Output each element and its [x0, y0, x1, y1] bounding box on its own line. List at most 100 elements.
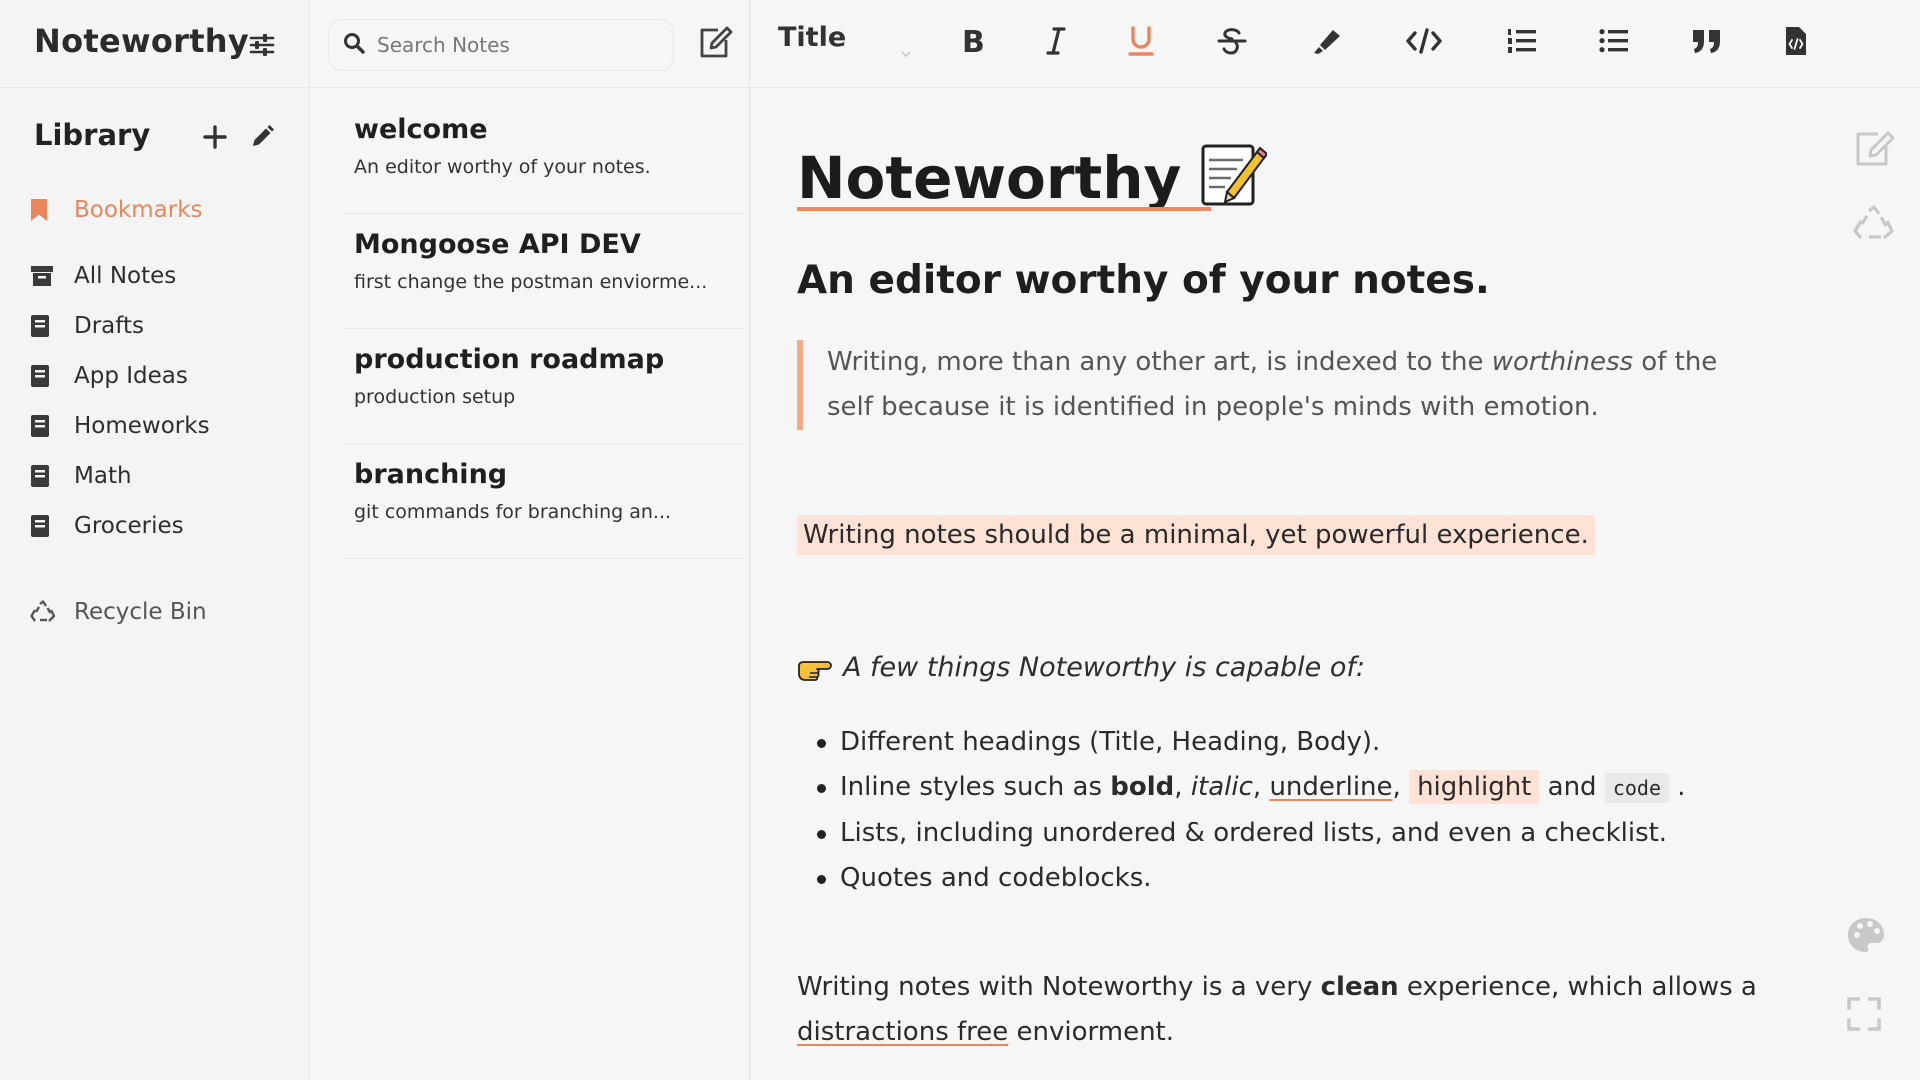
text-run: ,: [1252, 772, 1270, 802]
strikethrough-button[interactable]: [1208, 20, 1256, 66]
compose-icon: [1856, 131, 1895, 166]
list-item[interactable]: Inline styles such as bold, italic, unde…: [817, 765, 1740, 811]
edit-library-button[interactable]: [249, 124, 275, 150]
sidebar-item-label: App Ideas: [74, 363, 188, 389]
sidebar-item-label: Math: [74, 463, 132, 489]
list-item[interactable]: Quotes and codeblocks.: [817, 856, 1740, 901]
note-item-production-roadmap[interactable]: production roadmap production setup: [344, 330, 744, 444]
text-run: experience, which allows a: [1398, 972, 1757, 1002]
underline-icon: [1127, 25, 1155, 61]
heading-select-value: Title: [778, 22, 847, 53]
feature-list: Different headings (Title, Heading, Body…: [817, 720, 1740, 901]
document-subtitle[interactable]: An editor worthy of your notes.: [797, 258, 1490, 303]
note-item-mongoose[interactable]: Mongoose API DEV first change the postma…: [344, 215, 744, 329]
highlighted-text: highlight: [1409, 770, 1540, 804]
text-run: enviorment.: [1008, 1017, 1175, 1047]
search-box[interactable]: [328, 19, 674, 71]
underlined-text: underline: [1269, 772, 1393, 802]
note-item-branching[interactable]: branching git commands for branching an.…: [344, 445, 744, 559]
text-run: ,: [1174, 772, 1191, 802]
quote-icon: [1691, 27, 1723, 59]
notebook-icon: [30, 412, 60, 440]
sidebar-item-app-ideas[interactable]: App Ideas: [30, 356, 290, 396]
sidebar-item-bookmarks[interactable]: Bookmarks: [30, 190, 290, 230]
palette-icon: [1848, 918, 1884, 952]
sidebar-item-recycle-bin[interactable]: Recycle Bin: [30, 592, 290, 632]
search-icon: [343, 32, 365, 58]
highlighter-button[interactable]: [1303, 20, 1351, 66]
pointing-hand-icon: [797, 654, 833, 682]
new-note-button[interactable]: [696, 24, 734, 60]
italic-icon: [1044, 26, 1068, 60]
sidebar-item-math[interactable]: Math: [30, 456, 290, 496]
expand-icon: [1847, 997, 1881, 1031]
quote-button[interactable]: [1683, 20, 1731, 66]
underline-button[interactable]: [1117, 20, 1165, 66]
heading-select[interactable]: Title: [778, 22, 918, 66]
text-run: Inline styles such as: [840, 772, 1111, 802]
closing-paragraph[interactable]: Writing notes with Noteworthy is a very …: [797, 965, 1787, 1055]
text-run: Writing notes with Noteworthy is a very: [797, 972, 1321, 1002]
text-run: ,: [1392, 772, 1410, 802]
document-title[interactable]: Noteworthy: [797, 140, 1269, 212]
sidebar-item-groceries[interactable]: Groceries: [30, 506, 290, 546]
note-item-welcome[interactable]: welcome An editor worthy of your notes.: [344, 100, 744, 214]
capabilities-intro-text: A few things Noteworthy is capable of:: [843, 652, 1365, 683]
recycle-note-button[interactable]: [1852, 204, 1896, 248]
bookmark-icon: [30, 196, 60, 224]
theme-palette-button[interactable]: [1846, 916, 1890, 960]
svg-text:B: B: [962, 26, 985, 56]
text-run: .: [1669, 772, 1686, 802]
note-title: Mongoose API DEV: [354, 229, 641, 260]
sidebar-divider: [0, 87, 310, 88]
note-snippet: first change the postman enviorme...: [354, 271, 708, 293]
list-item[interactable]: Different headings (Title, Heading, Body…: [817, 720, 1740, 765]
bold-text: clean: [1320, 972, 1399, 1002]
list-item[interactable]: Lists, including unordered & ordered lis…: [817, 811, 1740, 856]
chevron-down-icon: [900, 36, 912, 58]
code-icon: [1405, 27, 1443, 59]
note-title: welcome: [354, 114, 488, 145]
ordered-list-icon: [1506, 27, 1538, 59]
notebook-icon: [30, 512, 60, 540]
note-snippet: production setup: [354, 386, 516, 408]
strikethrough-icon: [1217, 26, 1247, 60]
title-underline: [797, 207, 1211, 211]
notebook-icon: [30, 362, 60, 390]
memo-emoji-icon: [1197, 140, 1269, 210]
add-notebook-button[interactable]: [202, 124, 228, 150]
edit-note-button[interactable]: [1854, 128, 1898, 172]
blockquote[interactable]: Writing, more than any other art, is ind…: [797, 340, 1737, 430]
recycle-icon: [1853, 205, 1894, 240]
bold-text: bold: [1110, 772, 1175, 802]
pencil-icon: [253, 125, 274, 146]
sidebar-item-homeworks[interactable]: Homeworks: [30, 406, 290, 446]
capabilities-intro[interactable]: A few things Noteworthy is capable of:: [797, 652, 1365, 683]
fullscreen-button[interactable]: [1846, 996, 1890, 1040]
quote-emphasis: worthiness: [1491, 347, 1634, 377]
codeblock-button[interactable]: [1772, 20, 1820, 66]
bold-icon: B: [958, 25, 986, 60]
note-title: production roadmap: [354, 344, 665, 375]
sidebar-item-all-notes[interactable]: All Notes: [30, 256, 290, 296]
sidebar-item-label: All Notes: [74, 263, 177, 289]
ordered-list-button[interactable]: [1498, 20, 1546, 66]
app-brand: Noteworthy: [34, 22, 250, 60]
italic-button[interactable]: [1032, 20, 1080, 66]
highlighter-icon: [1311, 26, 1343, 60]
bold-button[interactable]: B: [948, 20, 996, 66]
sidebar-item-label: Recycle Bin: [74, 599, 207, 625]
note-title: branching: [354, 459, 508, 490]
unordered-list-button[interactable]: [1590, 20, 1638, 66]
app-window: Noteworthy Library Bookmarks All Notes D…: [0, 0, 1920, 1080]
sidebar-item-drafts[interactable]: Drafts: [30, 306, 290, 346]
notebook-icon: [30, 312, 60, 340]
plus-icon: [203, 125, 227, 149]
settings-sliders-icon[interactable]: [248, 32, 276, 58]
search-input[interactable]: [377, 33, 657, 57]
highlighted-paragraph[interactable]: Writing notes should be a minimal, yet p…: [797, 515, 1595, 555]
italic-text: italic: [1190, 772, 1253, 802]
archive-icon: [30, 262, 60, 290]
sidebar-item-label: Homeworks: [74, 413, 210, 439]
code-button[interactable]: [1400, 20, 1448, 66]
